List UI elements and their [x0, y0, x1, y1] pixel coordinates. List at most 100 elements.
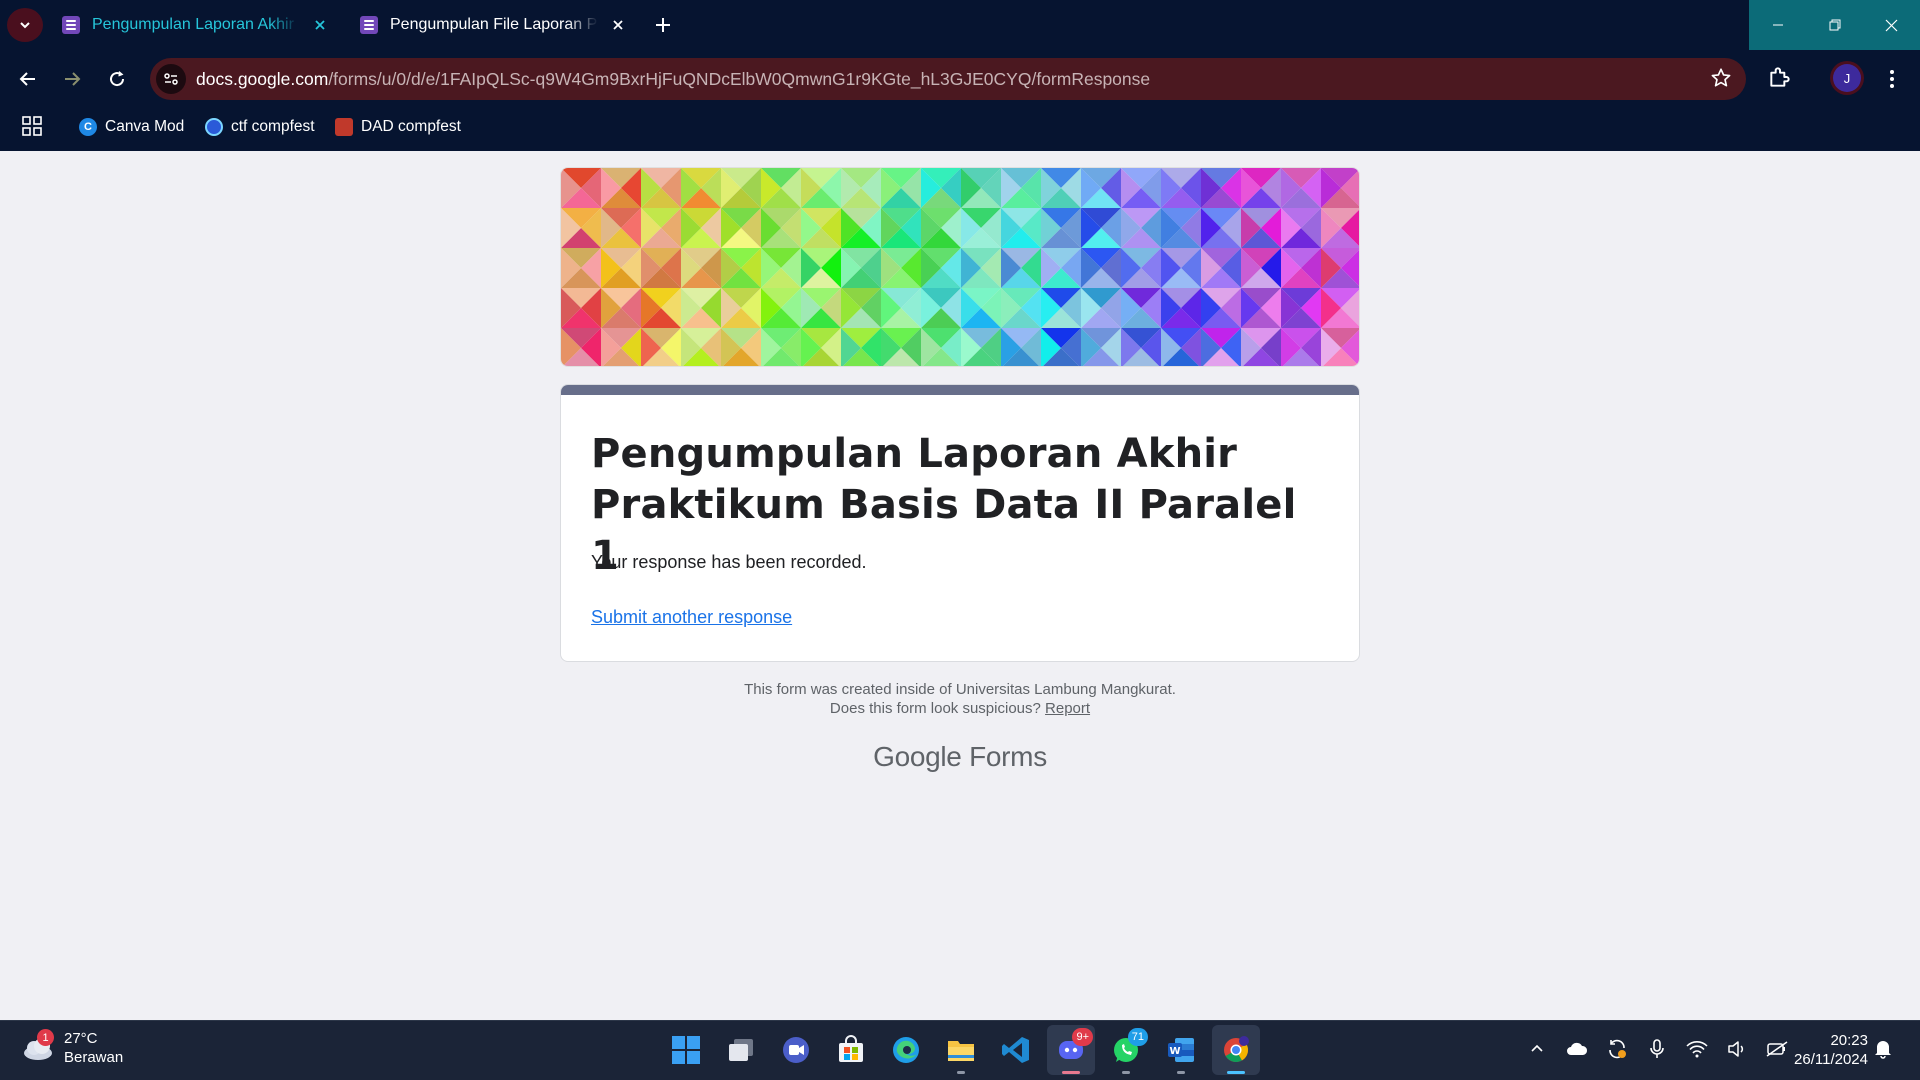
- notifications-button[interactable]: [1874, 1039, 1892, 1064]
- wifi-button[interactable]: [1684, 1036, 1710, 1062]
- close-window-button[interactable]: [1863, 0, 1920, 50]
- theme-accent-bar: [561, 385, 1359, 395]
- browser-menu-button[interactable]: [1880, 64, 1904, 94]
- tab-title: Pengumpulan File Laporan Praktikum: [390, 16, 598, 33]
- page-content: Pengumpulan Laporan Akhir Praktikum Basi…: [0, 151, 1920, 1020]
- system-clock[interactable]: 20:23 26/11/2024: [1774, 1031, 1868, 1069]
- weather-badge: 1: [37, 1029, 54, 1046]
- running-indicator: [1227, 1071, 1245, 1074]
- weather-description: Berawan: [64, 1049, 124, 1066]
- star-icon: [1711, 68, 1731, 87]
- bookmark-star-button[interactable]: [1710, 67, 1732, 94]
- url-path: /forms/u/0/d/e/1FAIpQLSc-q9W4Gm9BxrHjFuQ…: [328, 68, 1151, 89]
- bell-icon: [1875, 1041, 1891, 1059]
- google-forms-icon: [62, 16, 80, 34]
- tab-strip: Pengumpulan Laporan Akhir Praktikum Basi…: [0, 0, 1920, 50]
- onedrive-button[interactable]: [1564, 1036, 1590, 1062]
- task-view-button[interactable]: [717, 1025, 765, 1075]
- google-wordmark: Google: [873, 741, 962, 772]
- chevron-up-icon: [1531, 1044, 1543, 1052]
- discord-badge: 9+: [1072, 1028, 1093, 1046]
- tab-search-button[interactable]: [7, 8, 43, 42]
- tab-laporan-akhir[interactable]: Pengumpulan Laporan Akhir Praktikum Basi…: [52, 6, 340, 44]
- bookmark-dad-compfest[interactable]: DAD compfest: [335, 114, 461, 140]
- site-info-button[interactable]: [156, 64, 186, 94]
- close-icon: [1885, 19, 1898, 31]
- submit-another-link[interactable]: Submit another response: [591, 607, 792, 628]
- sync-button[interactable]: [1604, 1036, 1630, 1062]
- system-tray: [1524, 1036, 1790, 1062]
- vscode-app[interactable]: [992, 1025, 1040, 1075]
- whatsapp-badge: 71: [1127, 1028, 1148, 1046]
- form-footer-note: This form was created inside of Universi…: [560, 680, 1360, 718]
- tune-icon: [164, 73, 178, 85]
- back-button[interactable]: [13, 64, 43, 94]
- show-hidden-icons-button[interactable]: [1524, 1036, 1550, 1062]
- volume-button[interactable]: [1724, 1036, 1750, 1062]
- volume-icon: [1728, 1041, 1744, 1057]
- url-host: docs.google.com: [196, 68, 329, 89]
- ctf-icon: [205, 118, 223, 136]
- restore-button[interactable]: [1806, 0, 1863, 50]
- reload-icon: [110, 71, 125, 87]
- word-icon: W: [1168, 1038, 1194, 1062]
- window-controls: [1749, 0, 1920, 50]
- cloud-icon: 1: [20, 1029, 56, 1063]
- discord-app[interactable]: 9+: [1047, 1025, 1095, 1075]
- file-explorer-app[interactable]: [937, 1025, 985, 1075]
- url-text[interactable]: docs.google.com/forms/u/0/d/e/1FAIpQLSc-…: [196, 69, 1150, 90]
- report-link[interactable]: Report: [1045, 700, 1090, 717]
- apps-grid-button[interactable]: [22, 116, 44, 138]
- tab-file-laporan[interactable]: Pengumpulan File Laporan Praktikum: [350, 6, 640, 44]
- weather-widget[interactable]: 1 27°C Berawan: [20, 1029, 123, 1067]
- form-header-image: [560, 167, 1360, 367]
- store-app[interactable]: [827, 1025, 875, 1075]
- confirmation-card: Pengumpulan Laporan Akhir Praktikum Basi…: [560, 384, 1360, 662]
- edge-app[interactable]: [882, 1025, 930, 1075]
- store-icon: [839, 1035, 863, 1062]
- start-button[interactable]: [662, 1025, 710, 1075]
- clock-time: 20:23: [1830, 1032, 1868, 1049]
- chrome-app[interactable]: [1212, 1025, 1260, 1075]
- profile-avatar[interactable]: J: [1833, 64, 1861, 92]
- browser-toolbar: docs.google.com/forms/u/0/d/e/1FAIpQLSc-…: [0, 50, 1920, 108]
- taskbar-apps: 9+ 71 W: [662, 1025, 1260, 1075]
- meet-icon: [783, 1037, 809, 1063]
- puzzle-icon: [1770, 67, 1790, 87]
- tab-title: Pengumpulan Laporan Akhir Praktikum Basi…: [92, 16, 300, 33]
- close-tab-icon[interactable]: [608, 15, 628, 35]
- microphone-button[interactable]: [1644, 1036, 1670, 1062]
- more-vertical-icon: [1890, 70, 1894, 88]
- arrow-left-icon: [19, 72, 35, 86]
- windows-taskbar: 1 27°C Berawan 9+ 71 W 20:23 26/11/2024: [0, 1020, 1920, 1080]
- forward-button[interactable]: [57, 64, 87, 94]
- chrome-icon: [1224, 1036, 1249, 1063]
- bookmark-ctf-compfest[interactable]: ctf compfest: [205, 114, 315, 140]
- extensions-button[interactable]: [1767, 64, 1793, 95]
- meet-app[interactable]: [772, 1025, 820, 1075]
- bookmark-label: DAD compfest: [361, 118, 461, 135]
- restore-icon: [1829, 19, 1840, 31]
- vscode-icon: [1002, 1037, 1029, 1063]
- bookmark-canva-mod[interactable]: C Canva Mod: [79, 114, 184, 140]
- svg-text:W: W: [1169, 1046, 1180, 1057]
- google-forms-icon: [360, 16, 378, 34]
- wifi-icon: [1686, 1041, 1708, 1058]
- forms-wordmark: Forms: [969, 741, 1047, 772]
- reload-button[interactable]: [102, 64, 132, 94]
- windows-icon: [672, 1036, 700, 1064]
- new-tab-button[interactable]: [650, 12, 676, 38]
- google-forms-logo[interactable]: Google Forms: [560, 741, 1360, 773]
- minimize-button[interactable]: [1749, 0, 1806, 50]
- word-app[interactable]: W: [1157, 1025, 1205, 1075]
- close-tab-icon[interactable]: [310, 15, 330, 35]
- whatsapp-app[interactable]: 71: [1102, 1025, 1150, 1075]
- canva-icon: C: [79, 118, 97, 136]
- confirmation-message: Your response has been recorded.: [591, 552, 867, 572]
- chevron-down-icon: [20, 22, 30, 29]
- plus-icon: [656, 18, 670, 32]
- address-bar[interactable]: docs.google.com/forms/u/0/d/e/1FAIpQLSc-…: [150, 58, 1746, 100]
- grid-icon: [22, 116, 42, 136]
- edge-icon: [893, 1037, 919, 1063]
- cloud-icon: [1567, 1042, 1588, 1055]
